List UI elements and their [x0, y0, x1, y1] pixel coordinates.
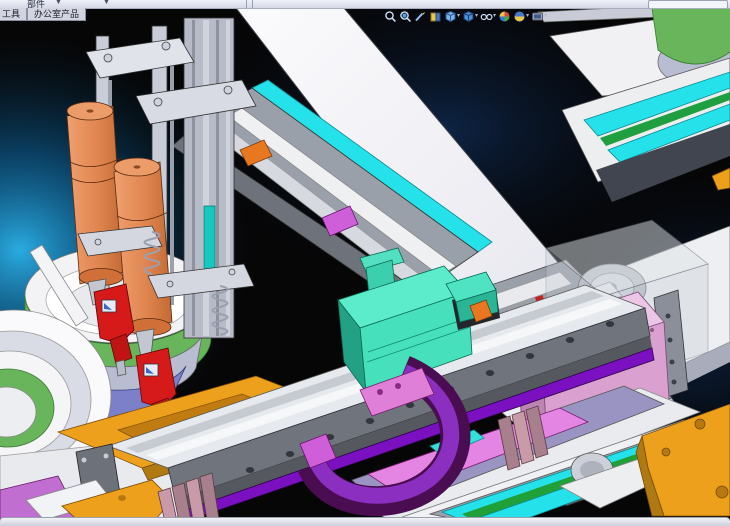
tab-tools[interactable]: 工具 [0, 8, 27, 21]
command-manager-strip: 部件 ▼ ▼ [0, 0, 730, 9]
section-view-icon[interactable] [428, 9, 442, 23]
zoom-to-area-icon[interactable] [398, 9, 412, 23]
view-settings-icon[interactable] [530, 9, 544, 23]
view-settings-caret-icon[interactable]: ▾ [544, 9, 547, 23]
edit-appearance-icon[interactable] [497, 9, 511, 23]
apply-scene-caret-icon[interactable]: ▾ [526, 9, 529, 23]
tab-office-products[interactable]: 办公室产品 [27, 8, 86, 21]
ribbon-tab-row: 工具 办公室产品 [0, 8, 86, 21]
hide-show-items-icon[interactable] [479, 9, 493, 23]
hide-show-items-caret-icon[interactable]: ▾ [493, 9, 496, 23]
status-bar-strip [0, 517, 730, 526]
toolbar-separator [246, 0, 247, 8]
previous-view-icon[interactable] [413, 9, 427, 23]
command-dropdown-caret-icon[interactable]: ▼ [103, 0, 110, 7]
display-style-caret-icon[interactable]: ▾ [475, 9, 478, 23]
view-orientation-caret-icon[interactable]: ▾ [457, 9, 460, 23]
toolbar-separator [252, 0, 253, 8]
view-orientation-icon[interactable] [443, 9, 457, 23]
3d-viewport[interactable] [0, 8, 730, 526]
zoom-to-fit-icon[interactable] [383, 9, 397, 23]
heads-up-view-toolbar: ▾ ▾ ▾ ▾ ▾ [383, 9, 547, 23]
application-window: 部件 ▼ ▼ 工具 办公室产品 ▾ ▾ ▾ ▾ [0, 0, 730, 526]
apply-scene-icon[interactable] [512, 9, 526, 23]
toolbar-right-button[interactable] [648, 0, 728, 9]
command-dropdown-caret-icon[interactable]: ▼ [55, 0, 62, 7]
display-style-icon[interactable] [461, 9, 475, 23]
